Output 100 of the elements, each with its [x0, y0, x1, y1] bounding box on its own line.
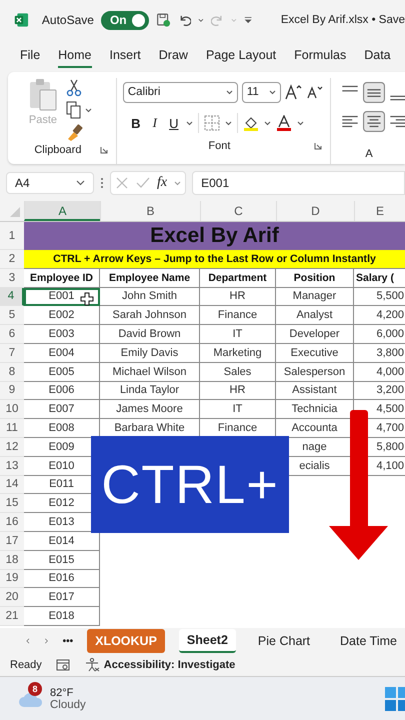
table-cell: David Brown [100, 325, 200, 344]
row-header[interactable]: 20 [0, 588, 24, 608]
insert-function-button[interactable]: fx [157, 175, 168, 191]
menu-tab[interactable]: File [20, 44, 40, 68]
row-header[interactable]: 4 [0, 288, 24, 306]
weather-text: Cloudy [50, 698, 86, 710]
row-header[interactable]: 15 [0, 494, 24, 514]
shrink-font-icon[interactable] [306, 85, 323, 99]
underline-button[interactable]: U [166, 116, 181, 130]
menu-tab[interactable]: Formulas [294, 44, 346, 68]
table-cell: Analyst [276, 306, 354, 326]
table-cell: Michael Wilson [100, 362, 200, 382]
dialog-launcher-icon[interactable] [100, 146, 108, 154]
table-cell: John Smith [100, 288, 200, 306]
caret-icon[interactable] [198, 18, 204, 22]
table-cell: HR [200, 288, 276, 306]
align-icon[interactable] [363, 82, 385, 103]
menu-tab[interactable]: Draw [158, 44, 188, 68]
menu-tab[interactable]: Insert [110, 44, 141, 68]
table-cell: E005 [24, 362, 100, 382]
cursor-icon [80, 292, 94, 306]
table-cell: HR [200, 382, 276, 400]
column-heading-cell: Salary ( [354, 268, 405, 288]
table-cell: 4,200 [354, 306, 405, 326]
more-sheets-button[interactable]: ••• [62, 636, 74, 646]
status-text: Ready [10, 659, 42, 671]
row-header[interactable]: 12 [0, 438, 24, 457]
column-header[interactable]: C [200, 201, 276, 221]
copy-icon[interactable] [66, 101, 92, 119]
sheet-tab[interactable]: Sheet2 [178, 629, 236, 653]
row-header[interactable]: 17 [0, 532, 24, 551]
row-header[interactable]: 5 [0, 306, 24, 326]
table-cell: E007 [24, 400, 100, 420]
table-cell: Manager [276, 288, 354, 306]
column-heading-cell: Employee ID [24, 268, 100, 288]
sheet-tab[interactable]: Pie Chart [250, 629, 318, 653]
table-cell: Emily Davis [100, 344, 200, 363]
title-cell: Excel By Arif [24, 222, 405, 250]
row-header[interactable]: 6 [0, 325, 24, 344]
format-painter-icon[interactable] [66, 123, 84, 141]
row-header[interactable]: 7 [0, 344, 24, 363]
table-cell: Assistant [276, 382, 354, 400]
column-header[interactable]: B [100, 201, 200, 221]
caret-icon[interactable] [224, 120, 232, 126]
name-box[interactable]: A4 [6, 172, 94, 194]
caret-icon[interactable] [296, 120, 304, 126]
row-header[interactable]: 3 [0, 268, 24, 288]
caret-icon[interactable] [186, 120, 193, 126]
table-cell: Marketing [200, 344, 276, 363]
row-header[interactable]: 13 [0, 456, 24, 476]
check-icon[interactable] [136, 176, 150, 190]
row-header[interactable]: 8 [0, 362, 24, 382]
column-header[interactable]: E [354, 201, 405, 221]
table-cell: IT [200, 325, 276, 344]
table-cell: IT [200, 400, 276, 420]
grow-font-icon[interactable] [284, 84, 303, 100]
caret-icon[interactable] [264, 120, 271, 126]
fill-color-icon[interactable] [242, 114, 259, 132]
row-header[interactable]: 18 [0, 550, 24, 570]
borders-icon[interactable] [204, 115, 220, 131]
align-icon[interactable] [363, 111, 385, 132]
font-color-icon[interactable] [276, 114, 292, 132]
table-cell: 6,000 [354, 325, 405, 344]
customize-icon[interactable] [244, 16, 252, 24]
dialog-launcher-icon[interactable] [314, 142, 322, 150]
font-size-field[interactable]: 11 [242, 82, 281, 102]
group-label: A [364, 148, 374, 160]
more-icon[interactable] [100, 177, 104, 189]
save-icon[interactable] [156, 11, 170, 29]
row-header[interactable]: 16 [0, 513, 24, 532]
row-header[interactable]: 1 [0, 222, 24, 250]
cut-icon[interactable] [66, 79, 82, 97]
row-header[interactable]: 9 [0, 382, 24, 400]
row-header[interactable]: 14 [0, 476, 24, 494]
menu-tab[interactable]: Data [364, 44, 391, 68]
notification-badge: 8 [28, 682, 42, 696]
row-header[interactable]: 19 [0, 570, 24, 588]
italic-button[interactable]: I [148, 115, 162, 131]
row-header[interactable]: 11 [0, 419, 24, 438]
column-heading-cell: Position [276, 268, 354, 288]
row-header[interactable]: 2 [0, 250, 24, 269]
table-cell: E015 [24, 550, 100, 570]
autosave-toggle[interactable]: On [100, 10, 149, 30]
menu-tab[interactable]: Page Layout [206, 44, 276, 68]
formula-field[interactable]: E001 [192, 171, 405, 195]
bold-button[interactable]: B [128, 116, 143, 130]
menu-tab[interactable]: Home [58, 44, 92, 68]
row-header[interactable]: 10 [0, 400, 24, 420]
row-header[interactable]: 21 [0, 607, 24, 626]
caret-icon [76, 180, 85, 186]
column-header[interactable]: A [24, 201, 100, 221]
table-cell: E004 [24, 344, 100, 363]
font-name-field[interactable]: Calibri [122, 82, 238, 102]
macro-icon[interactable] [56, 658, 70, 672]
accessibility-button[interactable]: Accessibility: Investigate [84, 658, 236, 672]
sheet-tab[interactable]: XLOOKUP [87, 629, 165, 653]
start-icon[interactable] [384, 686, 405, 712]
sheet-tab[interactable]: Date Time [332, 629, 405, 653]
caret-icon [226, 90, 233, 94]
column-header[interactable]: D [276, 201, 354, 221]
